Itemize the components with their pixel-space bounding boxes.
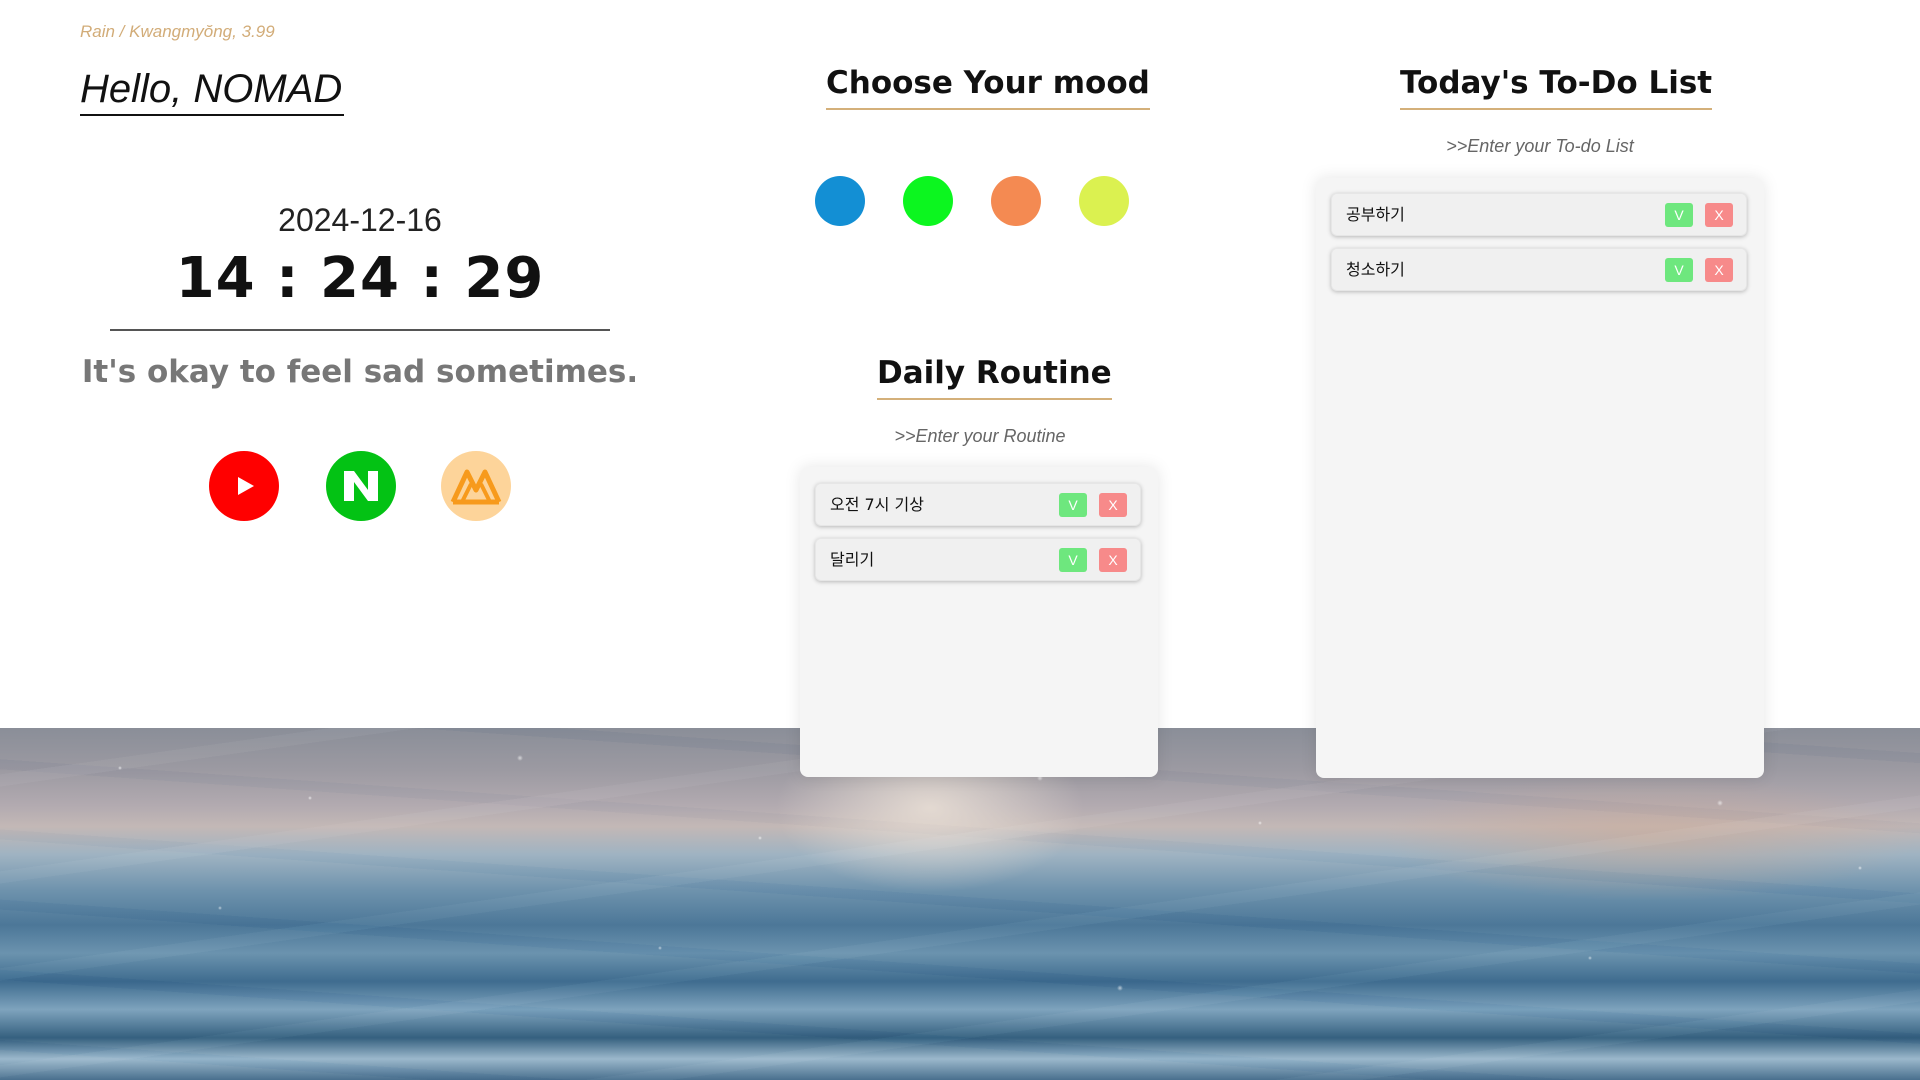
routine-check-button[interactable]: V [1059, 493, 1087, 517]
todo-check-button[interactable]: V [1665, 203, 1693, 227]
mood-option[interactable] [903, 176, 953, 226]
clock-display: 14 : 24 : 29 [175, 246, 545, 311]
mood-title: Choose Your mood [826, 62, 1150, 110]
routine-title: Daily Routine [877, 352, 1112, 400]
todo-delete-button[interactable]: X [1705, 203, 1733, 227]
melon-link[interactable] [441, 451, 511, 521]
rain-water-background [0, 728, 1920, 1080]
melon-logo-icon [450, 469, 502, 505]
clock-divider [110, 329, 610, 331]
weather-status: Rain / Kwangmyŏng, 3.99 [80, 22, 275, 41]
mood-option[interactable] [991, 176, 1041, 226]
todo-panel: 공부하기 V X 청소하기 V X [1316, 178, 1764, 778]
routine-delete-button[interactable]: X [1099, 548, 1127, 572]
todo-delete-button[interactable]: X [1705, 258, 1733, 282]
routine-item: 오전 7시 기상 V X [815, 483, 1141, 526]
naver-n-icon [344, 471, 378, 501]
todo-check-button[interactable]: V [1665, 258, 1693, 282]
naver-link[interactable] [326, 451, 396, 521]
greeting-title: Hello, NOMAD [80, 64, 345, 116]
todo-item-label: 공부하기 [1346, 205, 1405, 224]
routine-item-label: 오전 7시 기상 [830, 495, 924, 514]
routine-check-button[interactable]: V [1059, 548, 1087, 572]
date-display: 2024-12-16 [278, 202, 442, 238]
todo-item: 공부하기 V X [1331, 193, 1747, 236]
todo-item: 청소하기 V X [1331, 248, 1747, 291]
youtube-link[interactable] [209, 451, 279, 521]
routine-input[interactable] [880, 424, 1080, 448]
mood-option[interactable] [1079, 176, 1129, 226]
mood-quote: It's okay to feel sad sometimes. [81, 354, 639, 390]
mood-option[interactable] [815, 176, 865, 226]
routine-delete-button[interactable]: X [1099, 493, 1127, 517]
routine-item: 달리기 V X [815, 538, 1141, 581]
routine-item-label: 달리기 [830, 550, 875, 569]
todo-input[interactable] [1420, 134, 1660, 158]
shortcut-links [209, 451, 513, 521]
app-root: Rain / Kwangmyŏng, 3.99 Hello, NOMAD 202… [0, 0, 1920, 1080]
todo-item-label: 청소하기 [1346, 260, 1405, 279]
routine-panel: 오전 7시 기상 V X 달리기 V X [800, 467, 1158, 777]
youtube-play-icon [238, 477, 254, 495]
todo-title: Today's To-Do List [1400, 62, 1713, 110]
